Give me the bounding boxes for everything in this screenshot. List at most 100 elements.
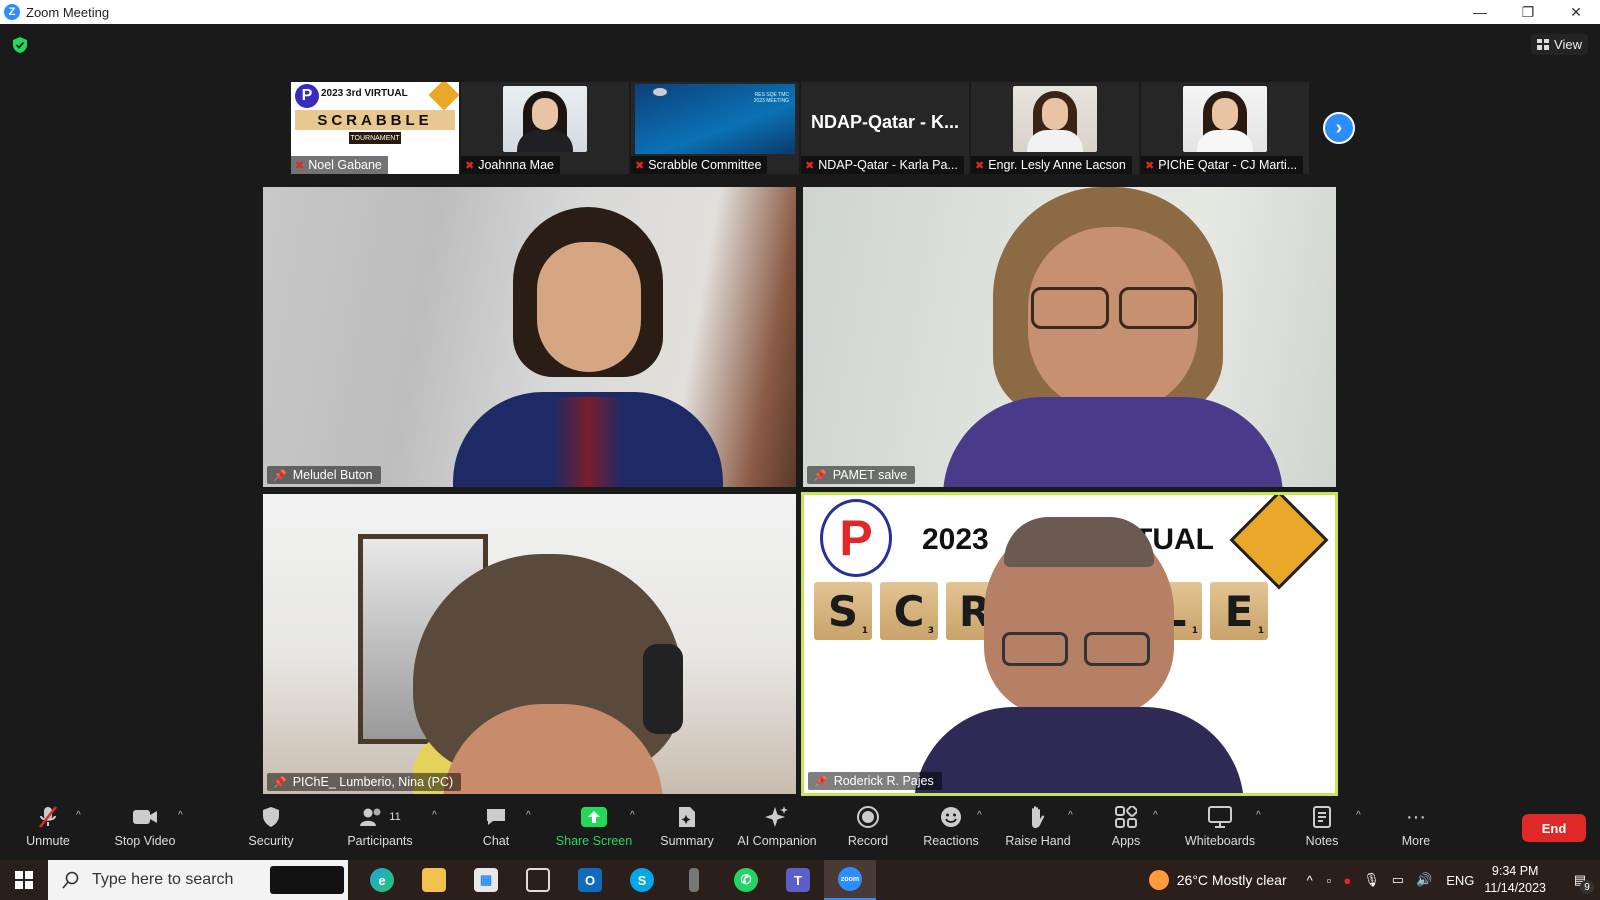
zoom-taskbar-icon[interactable]: zoom xyxy=(824,860,876,900)
more-button[interactable]: ··· More xyxy=(1366,804,1466,849)
chevron-right-icon: › xyxy=(1335,116,1343,139)
teams-icon[interactable]: T xyxy=(772,860,824,900)
restore-button[interactable]: ❐ xyxy=(1504,0,1552,24)
pin-icon: 📌 xyxy=(813,469,827,482)
screen-caption: RES SQE TMC 2023 MEETING xyxy=(753,92,789,104)
system-tray: 26°C Mostly clear ^ ▫ ● 🎙 ▭ 🔊 ENG 9:34 P… xyxy=(1148,860,1600,900)
video-tile-roderick-active-speaker[interactable]: P 2023 TUAL S1 C3 R1 B3 L1 E1 📌Roderick … xyxy=(801,492,1338,796)
encryption-shield-icon[interactable] xyxy=(12,36,28,54)
clock-time: 9:34 PM xyxy=(1491,864,1539,878)
video-tile-nina[interactable]: 📌 PIChE_ Lumberio, Nina (PC) xyxy=(263,494,796,794)
strip-tile-ndap-qatar[interactable]: NDAP-Qatar - K... ✖ NDAP-Qatar - Karla Pa… xyxy=(801,82,969,174)
notifications-button[interactable]: ▤ 9 xyxy=(1560,860,1600,900)
video-camera-icon xyxy=(132,804,158,830)
apps-button[interactable]: Apps xyxy=(1076,804,1176,848)
zoom-logo-icon: Z xyxy=(4,4,20,20)
outlook-icon[interactable]: O xyxy=(564,860,616,900)
participants-options-caret[interactable]: ^ xyxy=(432,810,437,821)
security-button[interactable]: Security xyxy=(221,804,321,848)
file-explorer-icon[interactable] xyxy=(408,860,460,900)
unmute-button[interactable]: Unmute xyxy=(0,804,98,848)
participant-video xyxy=(943,187,1283,487)
audio-options-caret[interactable]: ^ xyxy=(76,810,81,821)
apps-icon xyxy=(1115,804,1137,830)
strip-tile-noel[interactable]: P 2023 3rd VIRTUAL SCRABBLE TOURNAMENT ✖… xyxy=(291,82,459,174)
microsoft-store-icon[interactable]: ▦ xyxy=(460,860,512,900)
start-button[interactable] xyxy=(0,860,48,900)
strip-tile-joahnna[interactable]: ✖ Joahnna Mae xyxy=(461,82,629,174)
summary-button[interactable]: Summary xyxy=(637,804,737,848)
volume-icon[interactable]: 🔊 xyxy=(1416,872,1432,888)
language-indicator[interactable]: ENG xyxy=(1446,873,1474,888)
video-tile-pamet[interactable]: 📌 PAMET salve xyxy=(803,187,1336,487)
scrabble-tile: S1 xyxy=(814,582,872,640)
notes-icon xyxy=(1313,804,1331,830)
video-tile-meludel[interactable]: 📌 Meludel Buton xyxy=(263,187,796,487)
muted-mic-icon: ✖ xyxy=(805,159,815,172)
apps-options-caret[interactable]: ^ xyxy=(1153,810,1158,821)
skype-icon[interactable]: S xyxy=(616,860,668,900)
battery-icon[interactable]: ▭ xyxy=(1392,872,1404,888)
participant-name-tag: 📌 Roderick R. Pajes xyxy=(808,772,942,790)
tray-network-icon[interactable]: ● xyxy=(1343,873,1351,888)
weather-icon xyxy=(1148,870,1169,890)
pin-icon: 📌 xyxy=(814,775,828,788)
share-options-caret[interactable]: ^ xyxy=(630,810,635,821)
muted-mic-icon: ✖ xyxy=(295,159,305,172)
participant-video xyxy=(413,554,693,794)
strip-tile-lesly[interactable]: ✖ Engr. Lesly Anne Lacson xyxy=(971,82,1139,174)
weather-text[interactable]: 26°C Mostly clear xyxy=(1177,872,1287,888)
tray-device-icon[interactable]: ▫ xyxy=(1327,873,1332,888)
participant-video xyxy=(453,207,723,487)
participant-video xyxy=(914,517,1244,793)
banner-line: 2023 3rd VIRTUAL xyxy=(321,88,408,99)
ai-companion-button[interactable]: AI Companion xyxy=(727,804,827,848)
reactions-options-caret[interactable]: ^ xyxy=(977,810,982,821)
microphone-icon[interactable]: 🎙 xyxy=(1363,872,1380,888)
minimize-button[interactable]: — xyxy=(1456,0,1504,24)
raise-hand-options-caret[interactable]: ^ xyxy=(1068,810,1073,821)
participant-name-tag: ✖ Scrabble Committee xyxy=(631,156,768,174)
muted-mic-icon: ✖ xyxy=(975,159,985,172)
raise-hand-button[interactable]: Raise Hand xyxy=(988,804,1088,848)
participant-name-tag: 📌 Meludel Buton xyxy=(267,466,381,484)
whatsapp-icon[interactable]: ✆ xyxy=(720,860,772,900)
end-meeting-button[interactable]: End xyxy=(1522,814,1586,842)
participant-count-badge: 11 xyxy=(389,811,401,823)
screen-logo-icon xyxy=(653,88,667,96)
more-dots-icon: ··· xyxy=(1406,805,1426,828)
whiteboards-button[interactable]: Whiteboards xyxy=(1170,804,1270,848)
participants-button[interactable]: 11 Participants xyxy=(330,804,430,848)
taskbar-search-box[interactable]: Type here to search xyxy=(48,860,348,900)
system-clock[interactable]: 9:34 PM 11/14/2023 xyxy=(1484,863,1546,897)
share-screen-icon xyxy=(581,804,607,830)
participant-video xyxy=(1013,86,1097,152)
strip-tile-scrabble-committee[interactable]: RES SQE TMC 2023 MEETING ✖ Scrabble Commi… xyxy=(631,82,799,174)
participant-name-tag: 📌 PAMET salve xyxy=(807,466,916,484)
next-page-button[interactable]: › xyxy=(1323,112,1355,144)
pin-icon: 📌 xyxy=(273,469,287,482)
chevron-up-icon[interactable]: ^ xyxy=(1307,873,1313,888)
shield-icon xyxy=(262,804,280,830)
notification-badge: 9 xyxy=(1580,880,1594,894)
reactions-button[interactable]: Reactions xyxy=(901,804,1001,848)
edge-browser-icon[interactable]: e xyxy=(356,860,408,900)
institute-logo-icon xyxy=(428,82,459,111)
participant-name-tag: 📌 PIChE_ Lumberio, Nina (PC) xyxy=(267,773,462,791)
participant-video xyxy=(1183,86,1267,152)
close-button[interactable]: ✕ xyxy=(1552,0,1600,24)
notes-options-caret[interactable]: ^ xyxy=(1356,810,1361,821)
participant-name-tag: ✖ Noel Gabane xyxy=(291,156,388,174)
view-button[interactable]: View xyxy=(1531,34,1588,55)
share-screen-button[interactable]: Share Screen xyxy=(544,804,644,848)
cube-app-icon[interactable] xyxy=(512,860,564,900)
strip-tile-cj[interactable]: ✖ PIChE Qatar - CJ Marti... xyxy=(1141,82,1309,174)
chat-button[interactable]: Chat xyxy=(446,804,546,848)
meeting-toolbar: Unmute ^ Stop Video ^ Security 11 Partic… xyxy=(0,798,1600,860)
usb-app-icon[interactable] xyxy=(668,860,720,900)
chat-options-caret[interactable]: ^ xyxy=(526,810,531,821)
scrabble-banner: SCRABBLE xyxy=(295,110,455,130)
whiteboards-options-caret[interactable]: ^ xyxy=(1256,810,1261,821)
institute-logo-icon xyxy=(1229,495,1329,590)
video-options-caret[interactable]: ^ xyxy=(178,810,183,821)
